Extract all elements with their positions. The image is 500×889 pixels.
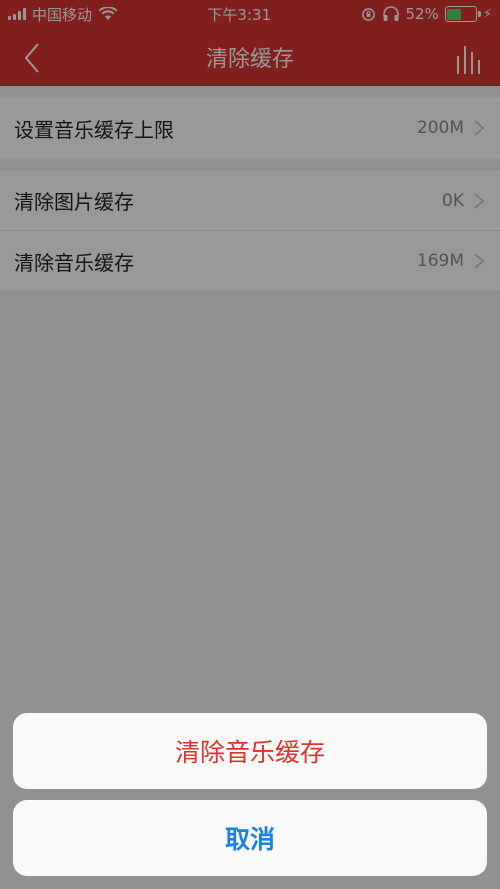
cancel-button[interactable]: 取消 [13, 800, 487, 876]
confirm-clear-music-button[interactable]: 清除音乐缓存 [13, 713, 487, 789]
